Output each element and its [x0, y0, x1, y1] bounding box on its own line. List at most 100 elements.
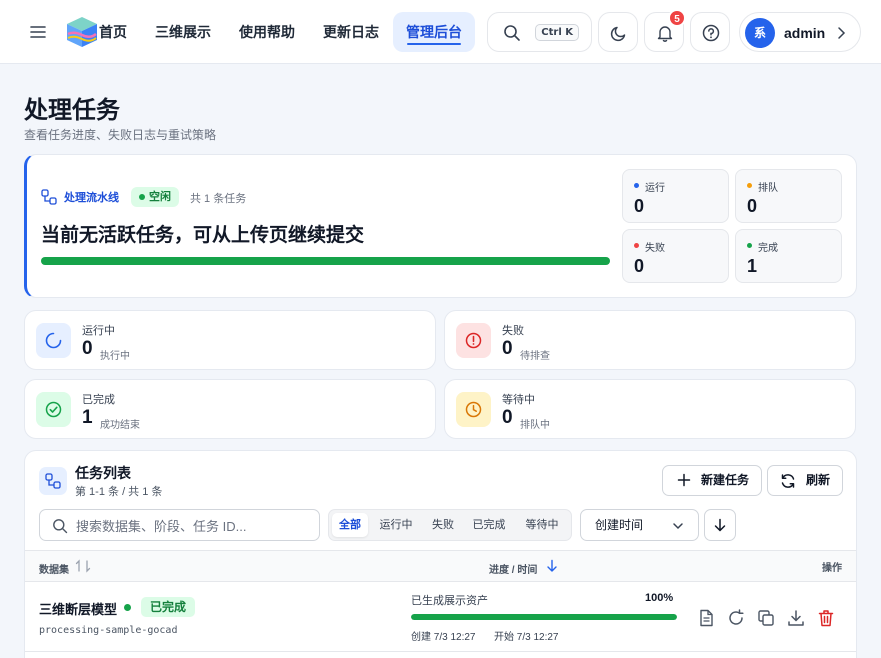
mini-stat-label: 失败	[645, 243, 665, 254]
mini-stat-value: 0	[747, 196, 758, 216]
mini-stat-value: 1	[747, 256, 758, 276]
stage-label: 已生成展示资产	[411, 595, 488, 607]
nav-3d-view[interactable]: 三维展示	[155, 18, 211, 46]
new-task-label: 新建任务	[701, 473, 750, 487]
stat-icon-box	[456, 392, 491, 427]
mini-stat-value: 0	[634, 196, 645, 216]
task-id: processing-sample-gocad	[39, 625, 178, 636]
stat-icon-box	[456, 323, 491, 358]
nav-help[interactable]: 使用帮助	[239, 18, 295, 46]
stat-value: 0	[82, 338, 93, 359]
clock-icon	[465, 401, 482, 418]
stat-sub: 执行中	[100, 351, 130, 362]
stat-sub: 成功结束	[100, 420, 140, 431]
log-file-icon[interactable]	[696, 608, 716, 628]
download-icon[interactable]	[786, 608, 806, 628]
progress-percent: 100%	[645, 592, 674, 604]
page-title: 处理任务	[24, 97, 120, 124]
nav-admin-label: 管理后台	[406, 24, 462, 40]
pipeline-task-count: 共 1 条任务	[190, 193, 247, 205]
chevron-down-icon	[673, 523, 683, 530]
filter-waiting[interactable]: 等待中	[520, 513, 564, 537]
nav-admin[interactable]: 管理后台	[393, 12, 475, 52]
task-search-input[interactable]	[76, 516, 311, 536]
theme-toggle-button[interactable]	[598, 12, 638, 52]
mini-dot	[747, 243, 752, 248]
mini-stat-label: 完成	[758, 243, 778, 254]
filter-running[interactable]: 运行中	[374, 513, 418, 537]
top-bar: 首页 三维展示 使用帮助 更新日志 管理后台 Ctrl K 5 系 admin	[0, 0, 881, 64]
stat-icon-box	[36, 392, 71, 427]
task-list-card: 任务列表 第 1-1 条 / 共 1 条 新建任务 刷新 全部 运行中 失败 已…	[24, 450, 857, 658]
search-button[interactable]: Ctrl K	[487, 12, 592, 52]
search-icon	[53, 519, 68, 534]
started-time: 开始 7/3 12:27	[494, 632, 559, 643]
user-menu[interactable]: 系 admin	[739, 12, 861, 52]
status-badge: 已完成	[141, 597, 196, 617]
mini-stat-label: 运行	[645, 183, 665, 194]
retry-icon[interactable]	[726, 608, 746, 628]
sort-icon[interactable]	[75, 559, 91, 573]
plus-icon	[677, 473, 691, 487]
workflow-icon	[45, 473, 61, 489]
stat-sub: 待排查	[520, 351, 550, 362]
arrow-down-icon[interactable]	[545, 559, 559, 573]
filter-failed[interactable]: 失败	[425, 513, 461, 537]
stat-card-completed[interactable]: 已完成 1 成功结束	[24, 379, 436, 439]
stat-label: 等待中	[502, 394, 535, 406]
stat-label: 失败	[502, 325, 524, 337]
avatar: 系	[745, 18, 775, 48]
help-button[interactable]	[690, 12, 730, 52]
task-list-title: 任务列表	[75, 465, 131, 481]
status-filter-group: 全部 运行中 失败 已完成 等待中	[328, 509, 572, 541]
filter-all[interactable]: 全部	[332, 513, 368, 537]
stat-value: 0	[502, 338, 513, 359]
column-dataset[interactable]: 数据集	[39, 561, 69, 576]
created-time: 创建 7/3 12:27	[411, 632, 476, 643]
stat-card-waiting[interactable]: 等待中 0 排队中	[444, 379, 856, 439]
refresh-icon	[781, 474, 795, 488]
menu-icon[interactable]	[28, 22, 48, 42]
stat-card-failed[interactable]: 失败 0 待排查	[444, 310, 856, 370]
nav-changelog[interactable]: 更新日志	[323, 18, 379, 46]
mini-stat-queued: 排队 0	[735, 169, 842, 223]
copy-icon[interactable]	[756, 608, 776, 628]
logo-icon[interactable]	[64, 14, 100, 50]
mini-stat-value: 0	[634, 256, 645, 276]
mini-stat-label: 排队	[758, 183, 778, 194]
new-task-button[interactable]: 新建任务	[662, 465, 762, 496]
sort-field-label: 创建时间	[595, 518, 644, 532]
page-subtitle: 查看任务进度、失败日志与重试策略	[24, 128, 217, 142]
arrow-down-icon	[714, 518, 726, 532]
stat-card-running[interactable]: 运行中 0 执行中	[24, 310, 436, 370]
sort-field-select[interactable]: 创建时间	[580, 509, 699, 541]
task-list-pagination: 第 1-1 条 / 共 1 条	[75, 486, 163, 498]
stat-label: 已完成	[82, 394, 115, 406]
row-progress-bar	[411, 614, 677, 620]
stat-value: 0	[502, 407, 513, 428]
pipeline-progress-bar	[41, 257, 610, 265]
trash-icon[interactable]	[816, 608, 836, 628]
mini-stat-completed: 完成 1	[735, 229, 842, 283]
pipeline-headline: 当前无活跃任务，可从上传页继续提交	[41, 225, 365, 246]
filter-completed[interactable]: 已完成	[467, 513, 511, 537]
workflow-icon	[41, 189, 57, 205]
spinner-icon	[45, 332, 62, 349]
stat-label: 运行中	[82, 325, 115, 337]
task-search-field[interactable]	[39, 509, 320, 541]
stat-value: 1	[82, 407, 93, 428]
task-list-icon-box	[39, 467, 67, 495]
help-circle-icon	[702, 24, 720, 42]
pipeline-label: 处理流水线	[64, 192, 119, 204]
dataset-name[interactable]: 三维断层模型	[39, 599, 117, 618]
user-name: admin	[784, 25, 826, 41]
moon-icon	[610, 26, 626, 42]
refresh-button[interactable]: 刷新	[767, 465, 843, 496]
table-row[interactable]: 三维断层模型 已完成 processing-sample-gocad 已生成展示…	[25, 582, 856, 652]
column-progress[interactable]: 进度 / 时间	[489, 561, 537, 576]
search-icon	[504, 25, 520, 41]
refresh-label: 刷新	[806, 473, 831, 487]
sort-direction-button[interactable]	[704, 509, 736, 541]
column-actions: 操作	[822, 563, 842, 574]
nav-home[interactable]: 首页	[99, 18, 127, 46]
